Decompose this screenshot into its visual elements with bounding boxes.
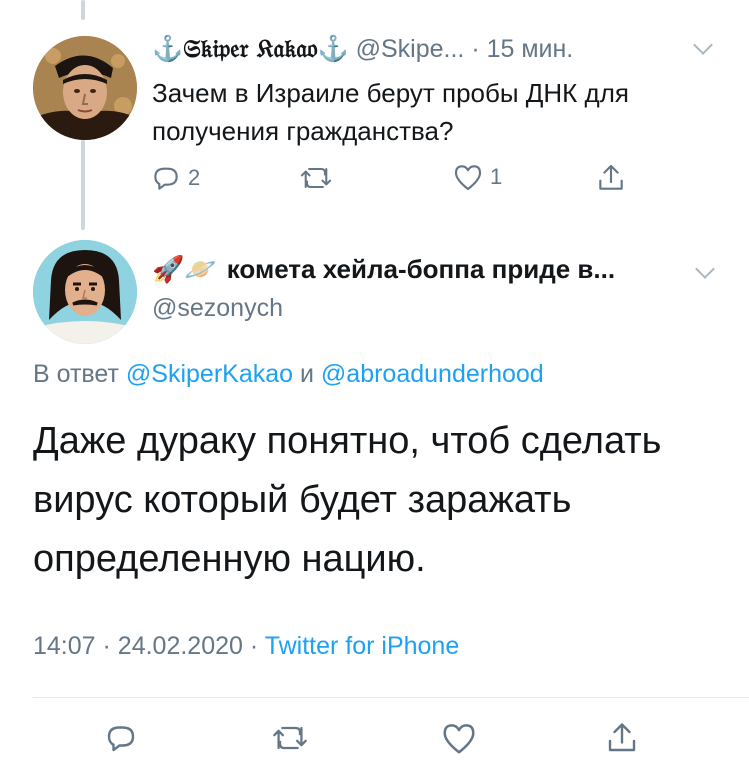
mustache-man-avatar	[33, 240, 137, 344]
thread-line	[81, 140, 85, 230]
reply-user-link[interactable]: @SkiperKakao	[126, 360, 293, 388]
share-button[interactable]	[596, 162, 626, 194]
like-count: 1	[490, 164, 503, 189]
divider	[33, 697, 749, 698]
heart-icon	[454, 165, 482, 191]
share-icon	[599, 164, 623, 190]
emoji-rocket-comet: 🚀🪐	[152, 254, 217, 284]
client-link[interactable]: Twitter for iPhone	[265, 632, 460, 660]
man-portrait-painting-avatar	[33, 36, 137, 140]
tweet-date: 24.02.2020	[117, 632, 243, 660]
share-icon	[608, 723, 636, 752]
reply-icon	[154, 167, 178, 190]
tweet-time: 14:07	[33, 632, 96, 660]
tweet-actions: 2 1	[150, 162, 650, 198]
display-name[interactable]: ⚓𝔖𝔨𝔦𝔭𝔢𝔯 𝔎𝔞𝔨𝔞𝔬⚓	[152, 34, 349, 63]
chevron-down-icon[interactable]	[693, 35, 713, 55]
tweet-header: ⚓𝔖𝔨𝔦𝔭𝔢𝔯 𝔎𝔞𝔨𝔞𝔬⚓ @Skipe... · 15 мин.	[152, 34, 573, 64]
reply-button[interactable]	[103, 720, 139, 756]
avatar[interactable]	[33, 36, 137, 140]
thread-line-top	[81, 0, 85, 20]
reply-user-link[interactable]: @abroadunderhood	[321, 360, 544, 388]
timestamp[interactable]: 15 мин.	[487, 35, 574, 63]
retweet-icon	[300, 167, 332, 189]
chevron-down-icon[interactable]	[695, 259, 715, 279]
retweet-button[interactable]	[270, 720, 310, 756]
like-button[interactable]	[440, 720, 478, 756]
separator: ·	[471, 35, 480, 63]
heart-icon	[443, 724, 475, 754]
tweet-meta: 14:07 · 24.02.2020 · Twitter for iPhone	[33, 632, 459, 661]
reply-button[interactable]: 2	[150, 162, 200, 194]
tweet-actions	[0, 720, 749, 764]
reply-prefix: В ответ	[33, 360, 119, 388]
like-button[interactable]: 1	[452, 162, 502, 192]
handle[interactable]: @Skipe...	[356, 35, 465, 63]
reply-icon	[107, 726, 135, 752]
tweet-text: Зачем в Израиле берут пробы ДНК для полу…	[152, 78, 629, 146]
handle[interactable]: @sezonych	[152, 294, 283, 323]
reply-and: и	[300, 360, 314, 388]
retweet-button[interactable]	[298, 162, 340, 194]
share-button[interactable]	[605, 720, 639, 756]
meta-separator: ·	[102, 632, 111, 660]
reply-count: 2	[188, 165, 201, 190]
tweet-text: Даже дураку понятно, чтоб сделать вирус …	[33, 420, 662, 580]
meta-separator: ·	[249, 632, 259, 660]
display-name-text: комета хейла-боппа приде в...	[226, 254, 616, 284]
display-name[interactable]: 🚀🪐 комета хейла-боппа приде в...	[152, 254, 615, 285]
retweet-icon	[273, 726, 307, 750]
avatar[interactable]	[33, 240, 137, 344]
reply-to-line: В ответ @SkiperKakao и @abroadunderhood	[33, 360, 544, 389]
